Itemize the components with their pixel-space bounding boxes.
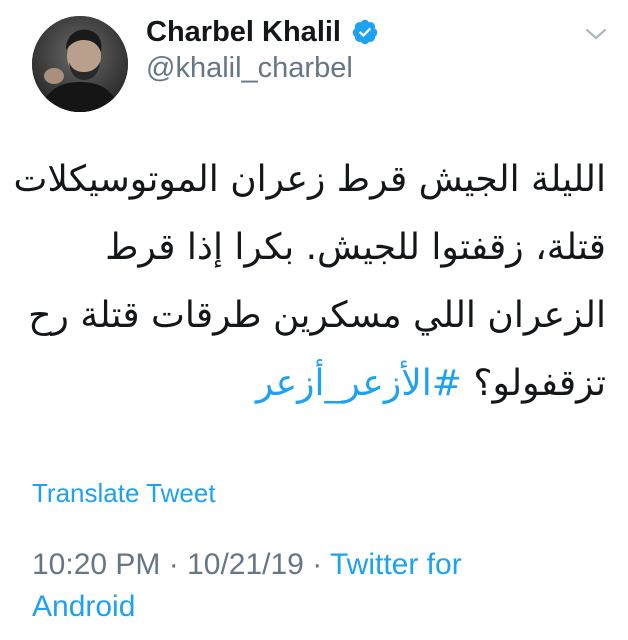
tweet-line: قتلة، زقفتوا للجيش. بكرا إذا قرط [105, 227, 606, 268]
hashtag-link[interactable]: #الأزعر_أزعر [256, 363, 462, 404]
user-handle[interactable]: @khalil_charbel [146, 52, 353, 85]
verified-badge-icon [351, 18, 379, 46]
tweet-time: 10:20 PM [32, 548, 161, 581]
tweet-last-line: تزقفولو؟ #الأزعر_أزعر [30, 350, 606, 418]
tweet-meta: 10:20 PM · 10/21/19 · Twitter for Androi… [32, 544, 532, 628]
meta-separator: · [303, 548, 330, 581]
tweet-line-text: تزقفولو؟ [473, 363, 606, 404]
tweet-date: 10/21/19 [187, 548, 304, 581]
user-name-row[interactable]: Charbel Khalil [146, 12, 379, 52]
tweet-line: الزعران اللي مسكرين طرقات قتلة رح [28, 295, 606, 336]
avatar[interactable] [32, 16, 128, 112]
chevron-down-icon[interactable] [582, 24, 610, 44]
translate-tweet-link[interactable]: Translate Tweet [32, 478, 216, 509]
display-name[interactable]: Charbel Khalil [146, 16, 341, 49]
meta-separator: · [160, 548, 188, 581]
tweet-text: الليلة الجيش قرط زعران الموتوسيكلات قتلة… [13, 146, 606, 418]
tweet-line: الليلة الجيش قرط زعران الموتوسيكلات [13, 159, 606, 200]
